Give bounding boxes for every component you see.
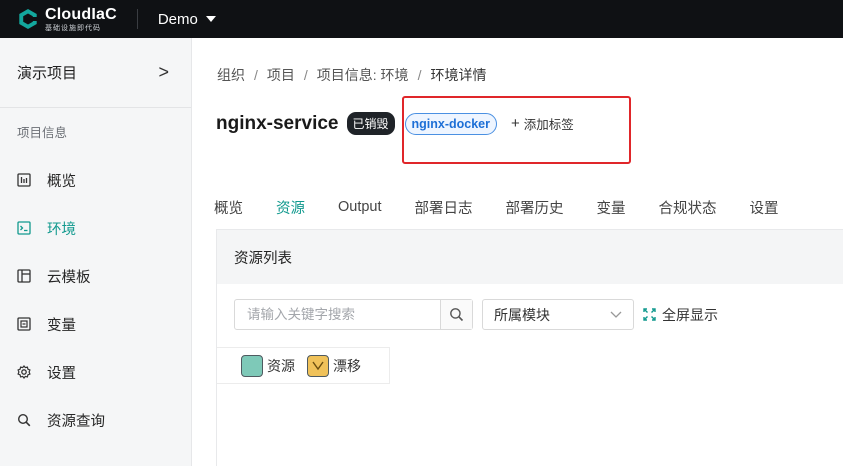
sidebar-section-title: 项目信息 [17,126,68,140]
cloudiac-logo-icon [19,9,38,29]
org-switcher[interactable]: Demo [158,11,216,28]
app-tagline: 基础设施即代码 [45,24,101,32]
sidebar-item-label: 资源查询 [47,413,105,430]
tab-compliance[interactable]: 合规状态 [659,184,717,230]
breadcrumb-separator: / [303,67,308,83]
chevron-right-icon: > [158,62,169,82]
breadcrumb-separator: / [254,67,258,83]
variable-icon [17,317,31,331]
search-box [234,299,473,330]
breadcrumb-separator: / [417,67,422,83]
breadcrumb-current: 环境详情 [430,67,487,83]
project-switcher[interactable]: 演示项目 > [0,38,191,108]
terminal-icon [17,221,31,235]
tab-settings[interactable]: 设置 [750,184,779,230]
sidebar-item-environment[interactable]: 环境 [0,204,191,252]
template-icon [17,269,31,283]
sidebar-item-resource-query[interactable]: 资源查询 [0,396,191,444]
search-input[interactable] [235,300,440,329]
chevron-down-icon [610,311,622,318]
search-icon [17,413,31,427]
breadcrumb-project[interactable]: 项目 [267,65,295,85]
add-tag-button[interactable]: + 添加标签 [511,114,574,133]
sidebar-item-overview[interactable]: 概览 [0,156,191,204]
fullscreen-label: 全屏显示 [662,306,718,323]
resource-panel: 资源列表 所属模块 全屏显示 资源 [216,229,843,466]
legend-label: 漂移 [333,357,361,374]
drift-swatch-icon [307,354,329,377]
legend-label: 资源 [267,357,295,374]
app-logo[interactable]: CloudIaC 基础设施即代码 [17,0,117,38]
sidebar-item-label: 概览 [47,173,76,190]
overview-icon [17,173,31,187]
legend-item-drift: 漂移 [307,354,361,377]
sidebar: 演示项目 > 项目信息 概览 环境 云模板 变量 设置 资源查询 [0,38,192,466]
tab-deploy-logs[interactable]: 部署日志 [415,184,473,230]
tab-overview[interactable]: 概览 [214,184,243,230]
resource-toolbar: 所属模块 全屏显示 [234,299,718,330]
breadcrumb-org[interactable]: 组织 [217,65,245,85]
sidebar-item-label: 设置 [47,365,76,382]
gear-icon [17,365,31,379]
graph-legend: 资源 漂移 [217,347,390,384]
fullscreen-button[interactable]: 全屏显示 [643,305,718,325]
add-tag-label: 添加标签 [523,118,574,132]
sidebar-item-label: 环境 [47,221,76,238]
panel-title: 资源列表 [217,230,843,284]
status-badge: 已销毁 [346,112,395,135]
sidebar-item-settings[interactable]: 设置 [0,348,191,396]
breadcrumb-project-env[interactable]: 项目信息: 环境 [317,65,409,85]
legend-item-resource: 资源 [241,354,295,377]
env-header: nginx-service 已销毁 nginx-docker + 添加标签 [216,112,574,135]
main-content: 组织 / 项目 / 项目信息: 环境 / 环境详情 nginx-service … [192,38,843,466]
env-tag[interactable]: nginx-docker [404,112,498,135]
expand-icon [643,308,656,321]
topbar-divider [136,9,138,29]
project-name: 演示项目 [17,65,78,82]
plus-icon: + [511,115,520,132]
page-title: nginx-service [216,112,339,134]
sidebar-item-label: 云模板 [47,269,91,286]
search-icon [450,308,464,322]
resource-swatch-icon [241,354,263,377]
module-select[interactable]: 所属模块 [482,299,634,330]
tab-variables[interactable]: 变量 [597,184,626,230]
org-name: Demo [157,10,198,28]
sidebar-item-label: 变量 [47,317,76,334]
module-select-value: 所属模块 [494,306,550,323]
sidebar-item-variables[interactable]: 变量 [0,300,191,348]
app-name: CloudIaC [45,5,117,23]
tab-deploy-history[interactable]: 部署历史 [506,184,564,230]
env-tabs: 概览 资源 Output 部署日志 部署历史 变量 合规状态 设置 [214,184,843,231]
sidebar-item-cloud-template[interactable]: 云模板 [0,252,191,300]
caret-down-icon [205,16,216,22]
breadcrumb: 组织 / 项目 / 项目信息: 环境 / 环境详情 [217,65,486,85]
tab-resources[interactable]: 资源 [276,184,305,231]
tab-output[interactable]: Output [338,184,382,230]
search-button[interactable] [440,300,472,329]
top-navigation-bar: CloudIaC 基础设施即代码 Demo [0,0,843,38]
